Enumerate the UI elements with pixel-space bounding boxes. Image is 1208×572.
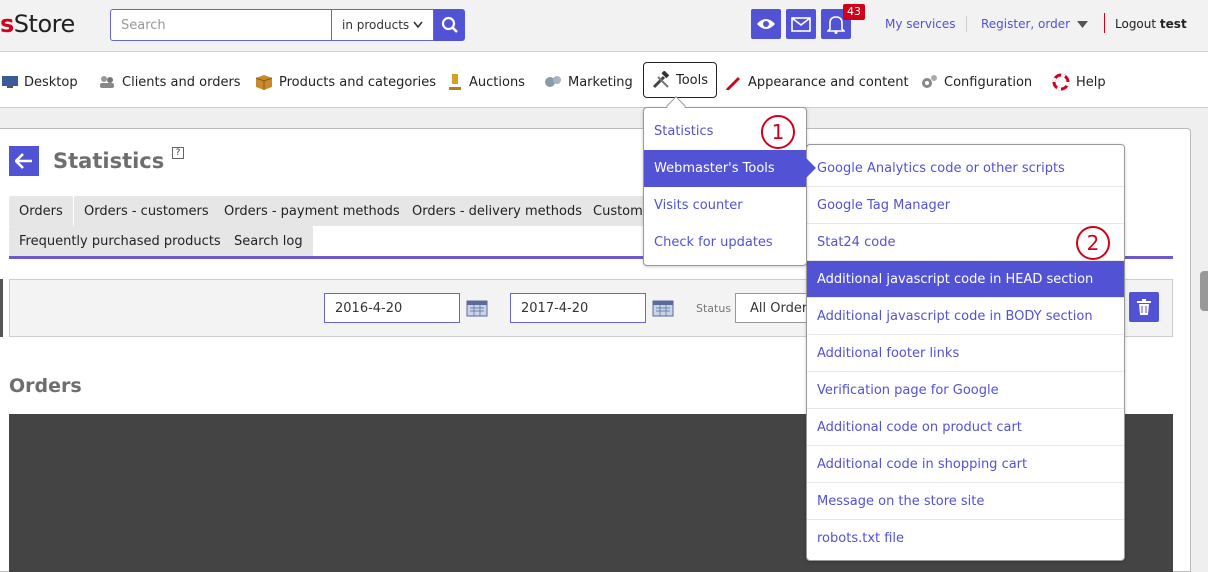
pencil-icon	[726, 77, 740, 90]
left-edge-handle	[0, 279, 3, 337]
menu-item-code-shopping-cart[interactable]: Additional code in shopping cart	[807, 446, 1124, 483]
menu-item-js-head-section[interactable]: Additional javascript code in HEAD secti…	[807, 261, 1124, 298]
section-title: Orders	[9, 375, 82, 397]
nav-item-clients-and-orders[interactable]: Clients and orders	[98, 67, 241, 97]
menu-item-store-message[interactable]: Message on the store site	[807, 483, 1124, 520]
status-select[interactable]: All Orders	[735, 293, 815, 323]
marketing-icon	[545, 76, 561, 87]
store-logo[interactable]: sStore	[0, 10, 75, 38]
menu-item-google-tag-manager[interactable]: Google Tag Manager	[807, 187, 1124, 224]
gears-icon	[922, 75, 937, 88]
webmaster-tools-submenu: Google Analytics code or other scripts G…	[806, 144, 1125, 561]
nav-item-marketing[interactable]: Marketing	[544, 67, 633, 97]
envelope-icon	[791, 16, 811, 32]
tab-orders-payment-methods[interactable]: Orders - payment methods	[214, 196, 410, 226]
nav-item-configuration[interactable]: Configuration	[920, 67, 1032, 97]
chevron-down-icon	[413, 21, 423, 29]
notification-count-badge: 43	[843, 4, 865, 20]
menu-item-code-product-cart[interactable]: Additional code on product cart	[807, 409, 1124, 446]
gavel-icon	[449, 74, 461, 90]
search-scope-select[interactable]: in products	[331, 9, 434, 41]
search-scope-label: in products	[342, 18, 410, 32]
caret-down-icon[interactable]	[1077, 21, 1088, 28]
help-icon[interactable]: ?	[172, 147, 184, 159]
arrow-left-icon	[15, 153, 32, 169]
tab-frequently-purchased-products[interactable]: Frequently purchased products	[9, 226, 231, 256]
search-button[interactable]	[434, 9, 465, 41]
messages-button[interactable]	[786, 9, 816, 39]
menu-item-google-verification[interactable]: Verification page for Google	[807, 372, 1124, 409]
menu-item-js-body-section[interactable]: Additional javascript code in BODY secti…	[807, 298, 1124, 335]
tab-orders[interactable]: Orders	[9, 196, 73, 226]
nav-item-tools[interactable]: Tools	[643, 62, 718, 98]
step-marker-2: 2	[1076, 226, 1110, 260]
desktop-icon	[2, 76, 18, 88]
search-input[interactable]	[111, 10, 332, 40]
menu-item-google-analytics[interactable]: Google Analytics code or other scripts	[807, 150, 1124, 187]
menu-item-check-for-updates[interactable]: Check for updates	[644, 224, 806, 261]
eye-icon	[757, 19, 775, 29]
nav-item-help[interactable]: Help	[1052, 67, 1106, 97]
nav-item-appearance-and-content[interactable]: Appearance and content	[724, 67, 909, 97]
clear-filters-button[interactable]	[1129, 292, 1159, 322]
divider	[966, 16, 967, 32]
preview-store-button[interactable]	[751, 9, 781, 39]
page-title: Statistics	[53, 149, 165, 173]
date-from-input[interactable]: 2016-4-20	[324, 293, 460, 323]
top-bar: sStore in products 43 My services Regist…	[0, 0, 1208, 52]
tab-customers[interactable]: Custome	[583, 196, 645, 226]
register-order-link[interactable]: Register, order	[981, 17, 1070, 31]
menu-item-webmasters-tools[interactable]: Webmaster's Tools	[644, 150, 816, 187]
tab-orders-customers[interactable]: Orders - customers	[74, 196, 219, 226]
tab-orders-delivery-methods[interactable]: Orders - delivery methods	[402, 196, 592, 226]
search-field[interactable]	[110, 9, 332, 41]
calendar-icon[interactable]	[465, 298, 489, 318]
calendar-icon[interactable]	[651, 298, 675, 318]
status-label: Status	[696, 302, 732, 315]
clients-icon	[100, 76, 114, 88]
menu-item-visits-counter[interactable]: Visits counter	[644, 187, 806, 224]
menu-item-robots-txt[interactable]: robots.txt file	[807, 520, 1124, 557]
divider	[1104, 13, 1105, 33]
logout-link[interactable]: Logout test	[1115, 17, 1187, 31]
main-navigation: Desktop Clients and orders Products and …	[0, 52, 1208, 108]
tab-search-log[interactable]: Search log	[224, 226, 313, 256]
tools-icon	[652, 71, 670, 89]
my-services-link[interactable]: My services	[885, 17, 956, 31]
trash-icon	[1137, 299, 1151, 315]
step-marker-1: 1	[761, 115, 795, 149]
nav-item-auctions[interactable]: Auctions	[447, 67, 525, 97]
box-icon	[255, 75, 273, 90]
lifebuoy-icon	[1052, 73, 1070, 91]
scrollbar-handle[interactable]	[1200, 271, 1208, 311]
back-button[interactable]	[9, 146, 39, 176]
nav-item-products-and-categories[interactable]: Products and categories	[255, 67, 436, 97]
date-to-input[interactable]: 2017-4-20	[510, 293, 646, 323]
search-icon	[441, 16, 458, 33]
nav-item-desktop[interactable]: Desktop	[2, 67, 78, 97]
menu-item-footer-links[interactable]: Additional footer links	[807, 335, 1124, 372]
